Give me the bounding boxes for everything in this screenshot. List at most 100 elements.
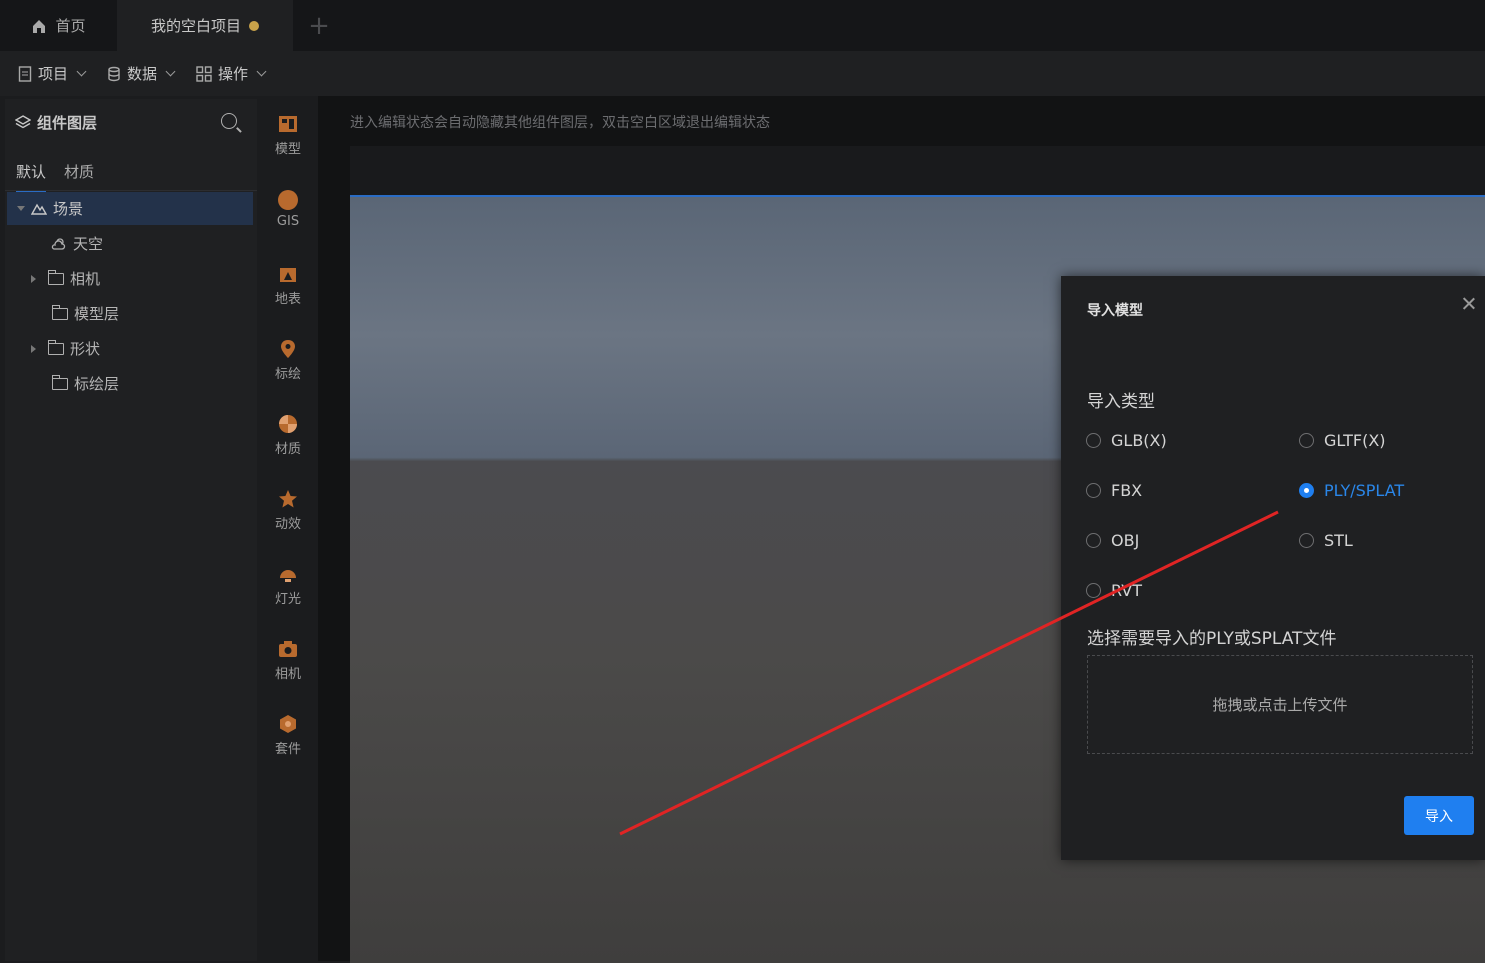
tree-item-label: 模型层 — [74, 305, 120, 323]
layer-panel: 组件图层 默认 材质 场景 天空 相机 模型层 形状 标绘层 — [5, 99, 257, 961]
tree-item-label: 标绘层 — [74, 375, 120, 393]
model-icon — [279, 115, 297, 132]
component-label: 灯光 — [274, 591, 301, 607]
layers-icon — [15, 115, 31, 129]
tree-item-model-layer[interactable]: 模型层 — [7, 297, 253, 330]
menu-data-label: 数据 — [127, 65, 158, 83]
radio-circle[interactable] — [1299, 533, 1314, 548]
component-label: GIS — [276, 213, 300, 229]
unsaved-dot-icon — [249, 20, 259, 31]
tree-item-scene[interactable]: 场景 — [7, 192, 253, 225]
tab-project[interactable]: 我的空白项目 — [117, 0, 293, 51]
radio-circle[interactable] — [1086, 483, 1101, 498]
radio-circle[interactable] — [1086, 433, 1101, 448]
upload-dropzone[interactable]: 拖拽或点击上传文件 — [1087, 655, 1473, 754]
component-terrain[interactable]: 地表 — [258, 250, 318, 320]
search-icon[interactable] — [221, 113, 237, 129]
tab-home-label: 首页 — [55, 17, 86, 35]
layer-panel-header: 组件图层 — [5, 99, 257, 145]
database-icon — [108, 66, 120, 81]
chevron-down-icon — [165, 66, 176, 77]
folder-icon — [51, 304, 68, 320]
grid-icon — [196, 65, 212, 82]
radio-gltf[interactable]: GLTF(X) — [1299, 431, 1386, 450]
radio-circle[interactable] — [1299, 483, 1314, 498]
radio-circle[interactable] — [1086, 583, 1101, 598]
chevron-down-icon — [256, 66, 267, 77]
scene-icon — [31, 203, 47, 215]
component-plot[interactable]: 标绘 — [258, 325, 318, 395]
component-label: 相机 — [274, 666, 301, 682]
edit-hint: 进入编辑状态会自动隐藏其他组件图层，双击空白区域退出编辑状态 — [350, 115, 770, 131]
radio-circle[interactable] — [1299, 433, 1314, 448]
toolbar: 项目 数据 操作 — [0, 51, 1485, 96]
tab-project-label: 我的空白项目 — [150, 17, 241, 35]
file-select-label: 选择需要导入的PLY或SPLAT文件 — [1087, 629, 1337, 649]
import-type-label: 导入类型 — [1087, 392, 1155, 412]
weather-icon — [51, 237, 66, 250]
globe-icon — [278, 189, 298, 210]
component-material[interactable]: 材质 — [258, 400, 318, 470]
radio-rvt[interactable]: RVT — [1086, 581, 1142, 600]
layer-panel-tabs: 默认 材质 — [5, 151, 257, 193]
radio-obj[interactable]: OBJ — [1086, 531, 1139, 550]
radio-fbx[interactable]: FBX — [1086, 481, 1142, 500]
component-label: 模型 — [274, 141, 301, 157]
dialog-title: 导入模型 — [1087, 303, 1143, 319]
caret-right-icon[interactable] — [31, 274, 36, 283]
menu-actions-label: 操作 — [218, 65, 249, 83]
component-lights[interactable]: 灯光 — [258, 550, 318, 620]
component-bar: 模型 GIS 地表 标绘 材质 动效 灯光 相机 套件 — [258, 96, 318, 961]
component-label: 材质 — [274, 441, 301, 457]
radio-label: GLB(X) — [1111, 431, 1167, 450]
menu-actions[interactable]: 操作 — [196, 63, 267, 84]
tree-item-camera[interactable]: 相机 — [7, 262, 253, 295]
caret-right-icon[interactable] — [31, 344, 36, 353]
radio-label: PLY/SPLAT — [1324, 481, 1405, 500]
component-camera[interactable]: 相机 — [258, 625, 318, 695]
tree-item-label: 相机 — [70, 270, 101, 288]
radio-label: GLTF(X) — [1324, 431, 1386, 450]
radio-label: RVT — [1111, 581, 1142, 600]
component-kit[interactable]: 套件 — [258, 700, 318, 770]
star-icon — [279, 489, 297, 507]
tree-item-plot-layer[interactable]: 标绘层 — [7, 367, 253, 400]
tab-home[interactable]: 首页 — [0, 0, 117, 51]
radio-label: OBJ — [1111, 531, 1140, 550]
tab-default[interactable]: 默认 — [16, 151, 47, 193]
component-gis[interactable]: GIS — [258, 174, 318, 244]
component-label: 标绘 — [274, 366, 301, 382]
add-tab-button[interactable]: + — [306, 0, 332, 51]
component-model[interactable]: 模型 — [258, 100, 318, 170]
radio-ply-splat[interactable]: PLY/SPLAT — [1299, 481, 1404, 500]
guide-strip — [350, 146, 1485, 195]
document-icon — [18, 65, 32, 82]
folder-icon — [51, 374, 68, 390]
radio-circle[interactable] — [1086, 533, 1101, 548]
tree-item-label: 场景 — [53, 200, 84, 218]
tab-material[interactable]: 材质 — [64, 151, 94, 191]
import-button[interactable]: 导入 — [1404, 796, 1474, 835]
close-icon[interactable] — [1461, 296, 1477, 312]
tree-item-sky[interactable]: 天空 — [7, 227, 253, 260]
component-effects[interactable]: 动效 — [258, 475, 318, 545]
menu-project-label: 项目 — [38, 65, 69, 83]
menu-project[interactable]: 项目 — [18, 63, 87, 84]
lamp-icon — [280, 569, 296, 582]
ruler-vertical — [318, 146, 350, 961]
tree-item-shape[interactable]: 形状 — [7, 332, 253, 365]
radio-stl[interactable]: STL — [1299, 531, 1353, 550]
component-label: 地表 — [274, 291, 301, 307]
caret-down-icon[interactable] — [17, 206, 25, 211]
camera-icon — [279, 640, 297, 657]
component-label: 套件 — [274, 741, 301, 757]
radio-label: FBX — [1111, 481, 1143, 500]
layer-panel-title: 组件图层 — [37, 113, 98, 132]
terrain-icon — [280, 267, 296, 282]
folder-icon — [47, 339, 64, 355]
radio-glb[interactable]: GLB(X) — [1086, 431, 1167, 450]
chevron-down-icon — [76, 66, 87, 77]
import-model-dialog: 导入模型 导入类型 GLB(X) GLTF(X) FBX PLY/SPLAT O… — [1061, 276, 1485, 860]
material-icon — [279, 414, 297, 433]
menu-data[interactable]: 数据 — [107, 63, 176, 84]
